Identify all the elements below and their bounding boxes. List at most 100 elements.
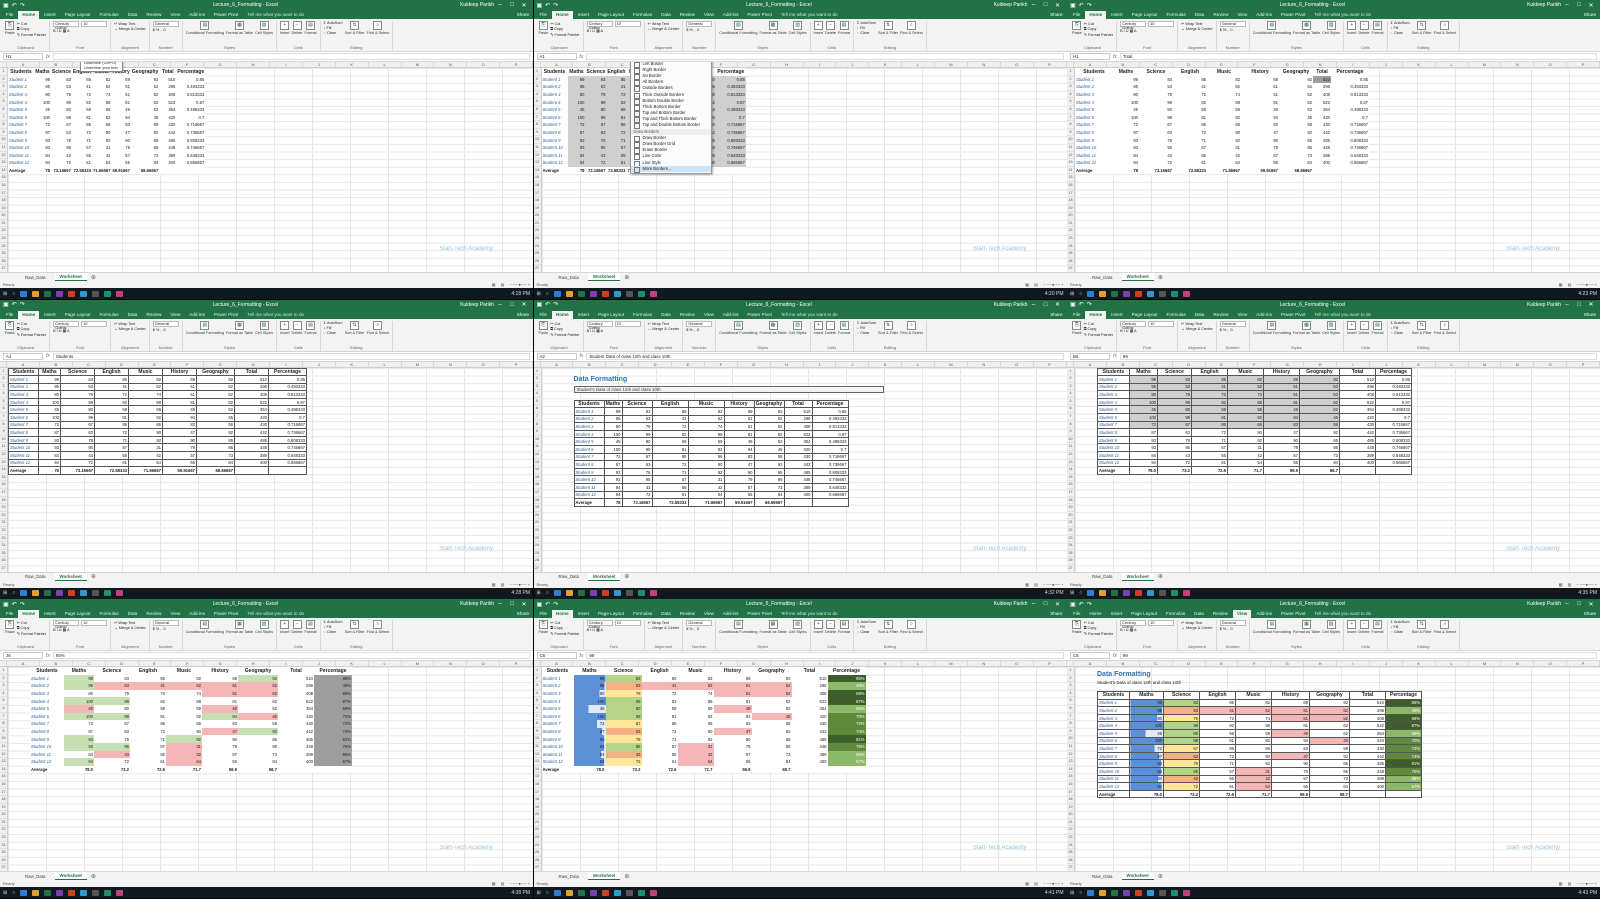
score-cell[interactable]: 69 — [1241, 76, 1279, 84]
score-cell[interactable]: 61 — [1199, 782, 1236, 791]
student-name-cell[interactable]: Student 10 — [542, 743, 574, 751]
score-cell[interactable]: 86 — [94, 420, 129, 430]
score-cell[interactable]: 42 — [166, 750, 202, 759]
row-header[interactable]: 18 — [0, 796, 7, 804]
score-cell[interactable]: 72 — [94, 758, 130, 766]
row-header[interactable]: 23 — [533, 834, 541, 842]
score-cell[interactable]: 0.648333 — [715, 151, 746, 160]
row-header[interactable]: 17 — [533, 190, 541, 198]
row-header[interactable]: 19 — [533, 804, 541, 812]
average-cell[interactable]: 59.91667 — [162, 466, 197, 475]
score-cell[interactable]: 78 — [94, 735, 130, 743]
zoom-slider[interactable]: − ──●── + — [1576, 282, 1597, 287]
tab-file[interactable]: File — [536, 610, 551, 618]
score-cell[interactable]: 94 — [1129, 782, 1164, 791]
score-cell[interactable]: 84 — [131, 159, 159, 167]
taskbar-app-icon[interactable] — [20, 590, 28, 596]
score-cell[interactable]: 62 — [752, 705, 792, 713]
score-cell[interactable]: 0.716667 — [176, 121, 205, 129]
tab-power-pivot[interactable]: Power Pivot — [210, 311, 243, 319]
score-cell[interactable]: 0.813333 — [268, 390, 307, 399]
student-name-cell[interactable]: Student 8 — [542, 129, 568, 137]
score-cell[interactable]: 42 — [128, 451, 163, 460]
row-header[interactable]: 4 — [0, 390, 7, 398]
tab-insert[interactable]: Insert — [40, 311, 60, 319]
search-icon[interactable]: ○ — [546, 590, 549, 596]
taskbar-app-icon[interactable] — [1171, 590, 1179, 596]
column-header-cell[interactable]: Geography — [131, 68, 159, 76]
score-cell[interactable]: 62 — [752, 697, 792, 705]
copy-button[interactable]: ⧉ Copy — [550, 27, 579, 31]
student-name-cell[interactable]: Student 12 — [1097, 458, 1130, 468]
score-cell[interactable]: 0.85 — [176, 76, 205, 84]
student-name-cell[interactable]: Student 3 — [1097, 713, 1130, 723]
score-cell[interactable]: 354 — [278, 705, 314, 713]
score-cell[interactable]: 74 — [166, 690, 202, 698]
student-name-cell[interactable]: Student 1 — [573, 407, 605, 416]
tab-home[interactable]: Home — [18, 11, 40, 19]
tab-insert[interactable]: Insert — [574, 610, 594, 618]
font-size-select[interactable]: 10 — [1148, 620, 1175, 626]
column-header-n[interactable]: N — [968, 361, 1001, 367]
score-cell[interactable]: 78 — [1163, 759, 1200, 768]
score-cell[interactable]: 82 — [166, 675, 202, 683]
score-cell[interactable]: 51 — [1271, 713, 1310, 723]
column-header-g[interactable]: G — [738, 661, 771, 666]
score-cell[interactable]: 0.736667 — [811, 460, 849, 469]
score-cell[interactable]: 0.666667 — [1331, 159, 1369, 167]
column-header-cell[interactable]: Total — [1349, 691, 1386, 700]
tab-file[interactable]: File — [2, 11, 17, 19]
row-header[interactable]: 3 — [0, 682, 7, 690]
merge-center-button[interactable]: ↔ Merge & Center — [648, 626, 680, 630]
sheet-tab-worksheet[interactable]: Worksheet — [1121, 273, 1154, 281]
column-header-g[interactable]: G — [204, 661, 238, 666]
score-cell[interactable]: 82 — [642, 697, 678, 705]
average-cell[interactable]: 59.9 — [1271, 789, 1310, 799]
score-cell[interactable]: 92 — [1207, 136, 1241, 144]
wrap-text-button[interactable]: ↵ Wrap Text — [648, 620, 680, 625]
row-header[interactable]: 22 — [1067, 227, 1074, 236]
row-header[interactable]: 23 — [0, 834, 7, 842]
score-cell[interactable]: 78 — [60, 435, 95, 445]
tab-data[interactable]: Data — [657, 311, 675, 319]
tell-me-search[interactable]: Tell me what you want to do — [777, 11, 1045, 19]
score-cell[interactable]: 43 — [1157, 451, 1192, 460]
font-name-select[interactable]: Century Gothic — [586, 620, 613, 629]
score-cell[interactable]: 92 — [1235, 759, 1272, 768]
score-cell[interactable]: 485 — [1339, 435, 1376, 445]
score-cell[interactable]: 0.813333 — [715, 90, 746, 99]
student-name-cell[interactable]: Student 3 — [1097, 390, 1130, 399]
conditional-formatting-button[interactable]: ▤ Conditional Formatting — [186, 620, 224, 634]
copy-button[interactable]: ⧉ Copy — [550, 327, 579, 331]
score-cell[interactable]: 0.498333 — [1375, 405, 1412, 415]
score-cell[interactable]: 0.498333 — [811, 437, 849, 447]
column-header-cell[interactable]: Music — [1235, 691, 1272, 700]
name-box[interactable]: A2 — [536, 352, 577, 360]
average-cell[interactable] — [1313, 167, 1331, 175]
average-cell[interactable]: 73.2 — [1163, 789, 1200, 799]
font-size-select[interactable]: 10 — [81, 620, 108, 626]
score-cell[interactable]: 510 — [159, 76, 176, 84]
wrap-text-button[interactable]: ↵ Wrap Text — [114, 21, 146, 26]
average-cell[interactable]: 59.91667 — [723, 498, 755, 507]
score-cell[interactable]: 61 — [606, 159, 627, 167]
score-cell[interactable]: 83 — [1163, 698, 1200, 708]
score-cell[interactable]: 52 — [196, 382, 235, 392]
row-header[interactable]: 10 — [0, 735, 7, 743]
score-cell[interactable]: 78 — [585, 136, 607, 144]
column-header-p[interactable]: P — [1034, 661, 1067, 666]
tab-add-ins[interactable]: Add-ins — [1252, 610, 1276, 618]
student-name-cell[interactable]: Student 12 — [573, 490, 605, 500]
row-header[interactable]: 27 — [1067, 864, 1074, 871]
column-header-k[interactable]: K — [1403, 661, 1436, 666]
student-name-cell[interactable]: Student 2 — [8, 382, 39, 392]
column-header-i[interactable]: I — [1337, 661, 1370, 666]
score-cell[interactable]: 62 — [196, 405, 235, 415]
column-header-h[interactable]: H — [237, 361, 271, 367]
score-cell[interactable]: 86 — [651, 452, 689, 462]
score-cell[interactable]: 86 — [1199, 744, 1236, 753]
delete-button[interactable]: − Delete — [1359, 620, 1370, 634]
student-name-cell[interactable]: Student 7 — [1075, 121, 1113, 129]
score-cell[interactable]: 59% — [827, 704, 866, 713]
score-cell[interactable]: 72% — [1385, 744, 1422, 753]
